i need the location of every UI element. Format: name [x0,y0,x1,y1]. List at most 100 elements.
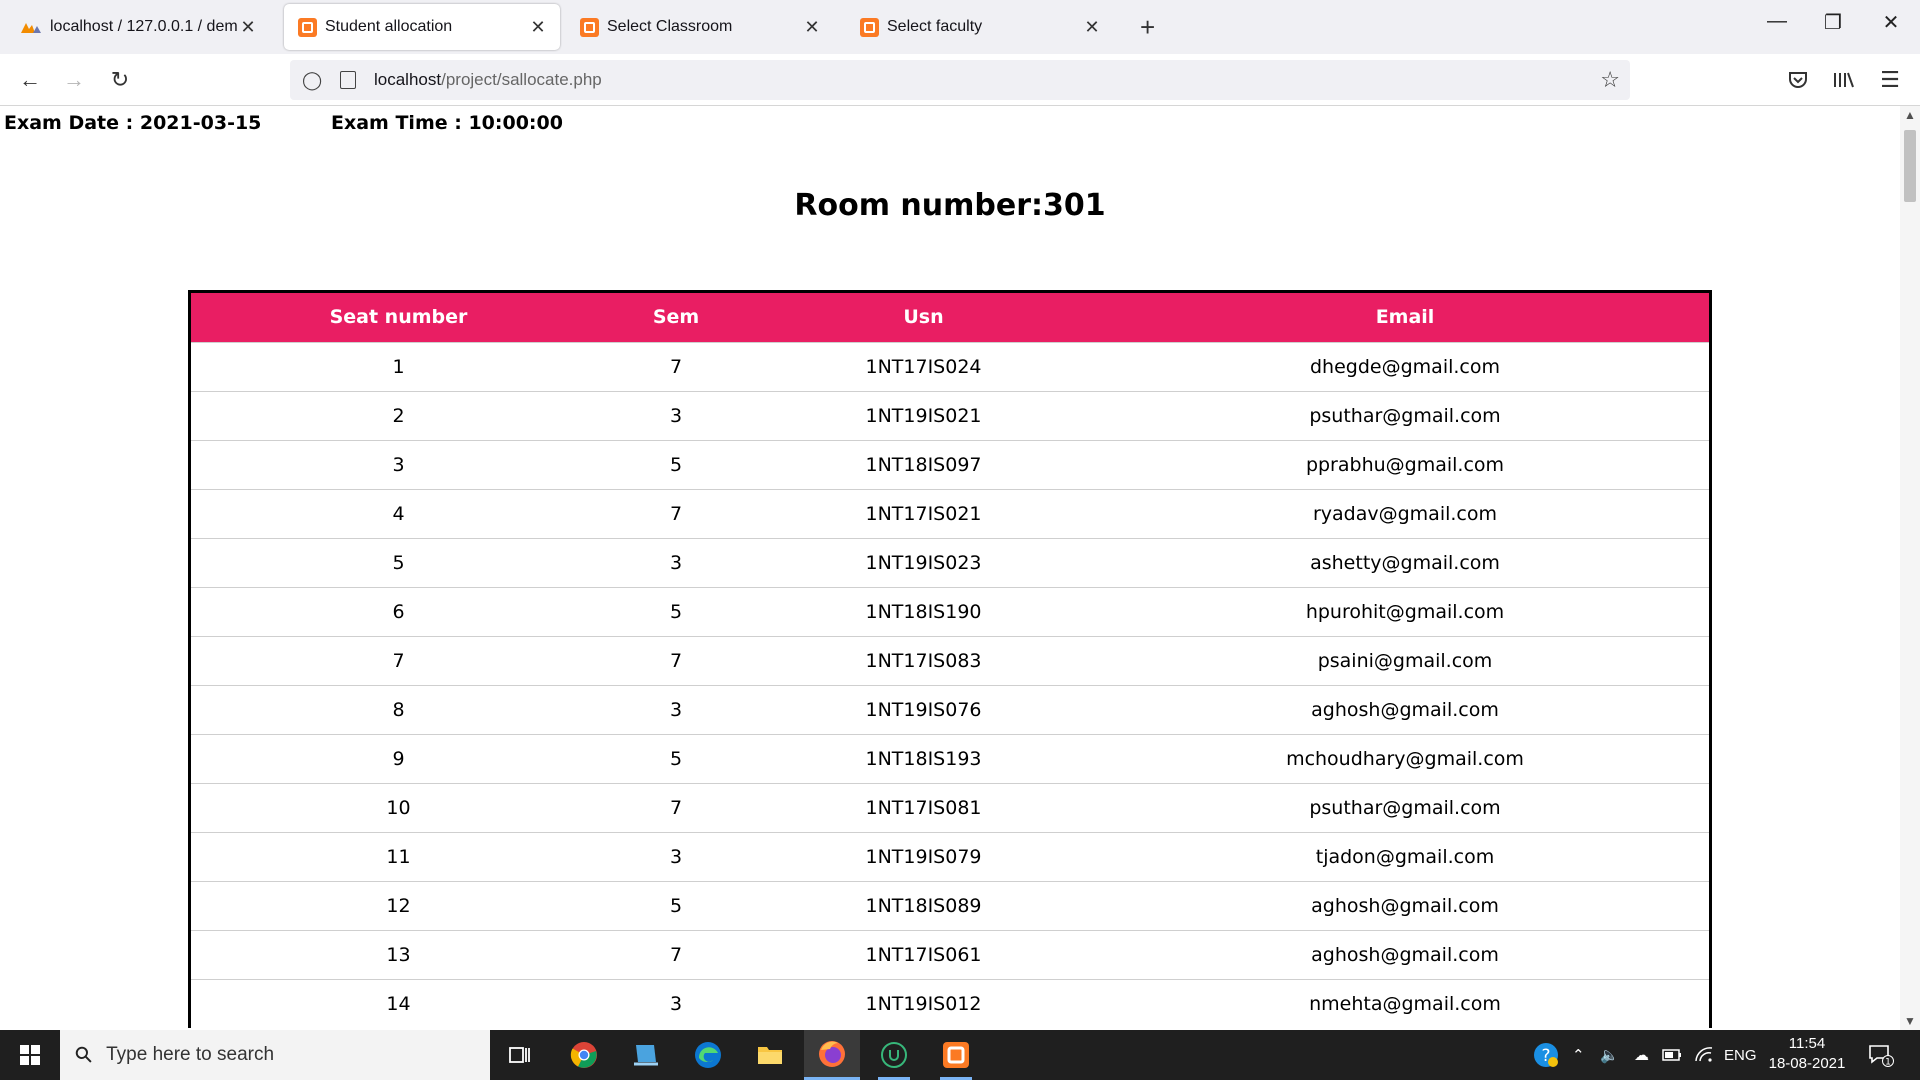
close-tab-icon[interactable]: ✕ [802,17,822,38]
notifications-icon[interactable]: 1 [1868,1030,1894,1080]
sem-cell: 7 [606,488,746,538]
email-cell: aghosh@gmail.com [1101,684,1709,734]
table-row: 8 3 1NT19IS076 aghosh@gmail.com [191,684,1709,734]
seat-number-cell: 1 [191,341,606,391]
xampp-icon[interactable] [928,1030,984,1080]
volume-icon[interactable]: 🔈 [1600,1030,1619,1080]
seat-number-cell: 8 [191,684,606,734]
pocket-icon[interactable] [1782,64,1814,96]
help-icon[interactable]: ? [1532,1030,1560,1080]
email-cell: aghosh@gmail.com [1101,929,1709,979]
close-tab-icon[interactable]: ✕ [238,17,258,38]
seat-number-cell: 11 [191,831,606,881]
search-placeholder: Type here to search [106,1044,275,1065]
tab-student-allocation[interactable]: Student allocation ✕ [284,4,560,50]
phpmyadmin-icon [21,23,41,33]
chrome-icon[interactable] [556,1030,612,1080]
usn-cell: 1NT18IS193 [746,733,1101,783]
exam-time: Exam Time : 10:00:00 [331,112,563,134]
sem-cell: 7 [606,635,746,685]
minimize-window-icon[interactable]: — [1754,10,1800,33]
seat-number-cell: 7 [191,635,606,685]
close-tab-icon[interactable]: ✕ [528,17,548,38]
table-row: 6 5 1NT18IS190 hpurohit@gmail.com [191,586,1709,636]
new-tab-plus-icon[interactable]: + [1140,12,1155,43]
reload-icon[interactable]: ↻ [104,64,136,96]
table-row: 13 7 1NT17IS061 aghosh@gmail.com [191,929,1709,979]
system-clock[interactable]: 11:54 18-08-2021 [1762,1034,1852,1074]
allocation-table: Seat number Sem Usn Email 1 7 1NT17IS024 dh… [188,290,1712,1028]
notepad-icon[interactable] [618,1030,674,1080]
email-cell: ryadav@gmail.com [1101,488,1709,538]
tracking-shield-icon[interactable]: ◯ [302,70,326,91]
seat-number-cell: 2 [191,390,606,440]
wifi-icon[interactable] [1694,1030,1714,1080]
start-button[interactable] [0,1030,60,1080]
clock-date: 18-08-2021 [1768,1055,1846,1072]
email-cell: hpurohit@gmail.com [1101,586,1709,636]
usn-cell: 1NT17IS021 [746,488,1101,538]
header-usn: Usn [746,293,1101,342]
language-indicator[interactable]: ENG [1724,1030,1757,1080]
show-hidden-icons-icon[interactable]: ⌃ [1572,1030,1585,1080]
firefox-icon[interactable] [804,1030,860,1080]
seat-number-cell: 6 [191,586,606,636]
battery-icon[interactable] [1662,1030,1682,1080]
email-cell: tjadon@gmail.com [1101,831,1709,881]
bookmark-star-icon[interactable]: ☆ [1600,67,1620,93]
back-arrow-icon[interactable]: ← [14,64,46,96]
browser-tab-bar: localhost / 127.0.0.1 / demo / ti ✕ Stud… [0,0,1920,54]
sem-cell: 3 [606,684,746,734]
table-row: 1 7 1NT17IS024 dhegde@gmail.com [191,341,1709,391]
sem-cell: 3 [606,537,746,587]
usn-cell: 1NT18IS097 [746,439,1101,489]
table-row: 12 5 1NT18IS089 aghosh@gmail.com [191,880,1709,930]
sem-cell: 5 [606,733,746,783]
taskbar-search-box[interactable]: ⚲ Type here to search [60,1030,490,1080]
page-scrollbar[interactable]: ▲ ▼ [1900,106,1920,1030]
file-explorer-icon[interactable] [742,1030,798,1080]
tab-phpmyadmin[interactable]: localhost / 127.0.0.1 / demo / ti ✕ [6,4,270,50]
room-number-heading: Room number:301 [794,188,1106,223]
seat-number-cell: 10 [191,782,606,832]
scroll-up-arrow-icon[interactable]: ▲ [1900,108,1920,122]
url-text[interactable]: localhost/project/sallocate.php [374,70,602,90]
xampp-icon [298,17,317,37]
header-email: Email [1101,293,1709,342]
xampp-icon [860,17,879,37]
tab-title: Select faculty [887,18,983,35]
usn-cell: 1NT19IS023 [746,537,1101,587]
scroll-down-arrow-icon[interactable]: ▼ [1900,1014,1920,1028]
tab-title: localhost / 127.0.0.1 / demo / ti [50,18,238,35]
browser-nav-bar: ← → ↻ ◯ localhost/project/sallocate.php … [0,54,1920,106]
tab-select-classroom[interactable]: Select Classroom ✕ [566,4,834,50]
table-body: 1 7 1NT17IS024 dhegde@gmail.com 2 3 1NT19IS021… [191,341,1709,1028]
scroll-thumb[interactable] [1904,130,1916,202]
edge-icon[interactable] [680,1030,736,1080]
seat-number-cell: 3 [191,439,606,489]
library-icon[interactable] [1828,64,1860,96]
sem-cell: 3 [606,831,746,881]
sem-cell: 5 [606,880,746,930]
exam-date: Exam Date : 2021-03-15 [4,112,262,134]
table-header-row: Seat number Sem Usn Email [191,293,1709,342]
upwork-icon[interactable] [866,1030,922,1080]
email-cell: mchoudhary@gmail.com [1101,733,1709,783]
seat-number-cell: 13 [191,929,606,979]
close-window-icon[interactable]: ✕ [1868,10,1914,35]
menu-hamburger-icon[interactable]: ☰ [1874,64,1906,96]
page-info-icon[interactable] [340,71,356,89]
table-row: 2 3 1NT19IS021 psuthar@gmail.com [191,390,1709,440]
address-bar[interactable]: ◯ localhost/project/sallocate.php ☆ [290,60,1630,100]
forward-arrow-icon[interactable]: → [58,64,90,96]
table-row: 5 3 1NT19IS023 ashetty@gmail.com [191,537,1709,587]
sem-cell: 7 [606,341,746,391]
restore-window-icon[interactable]: ❐ [1810,10,1856,35]
tab-title: Student allocation [325,18,453,35]
tab-select-faculty[interactable]: Select faculty ✕ [846,4,1114,50]
seat-number-cell: 4 [191,488,606,538]
email-cell: pprabhu@gmail.com [1101,439,1709,489]
onedrive-icon[interactable]: ☁ [1634,1030,1649,1080]
task-view-icon[interactable] [492,1030,548,1080]
close-tab-icon[interactable]: ✕ [1082,17,1102,38]
